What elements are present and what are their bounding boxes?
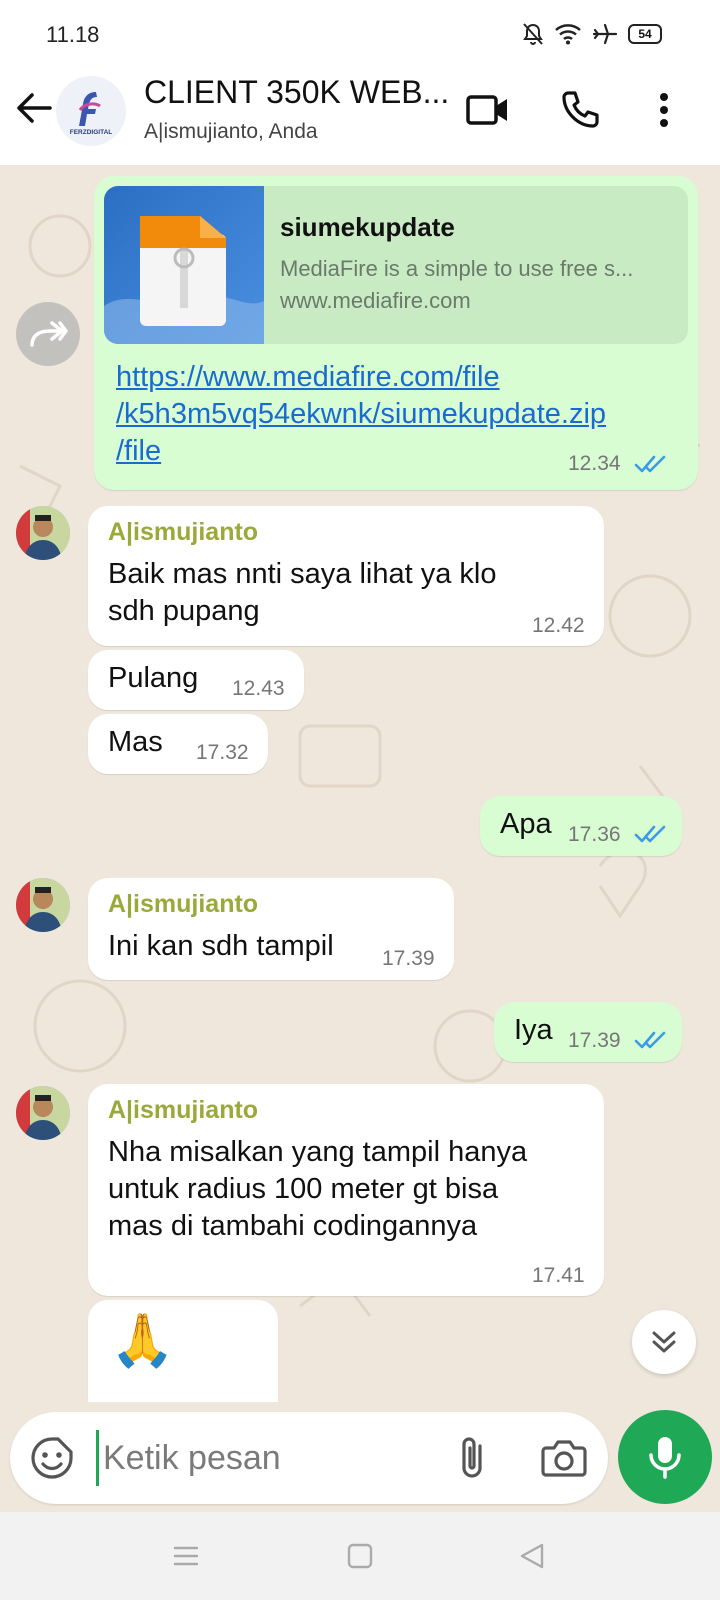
chat-messages[interactable]: siumekupdate MediaFire is a simple to us… (0, 166, 720, 1402)
paperclip-icon (462, 1437, 482, 1478)
forward-icon (30, 321, 68, 347)
message-time: 12.43 (232, 677, 285, 700)
triangle-back-icon (520, 1543, 544, 1569)
message-text: untuk radius 100 meter gt bisa (108, 1173, 499, 1205)
link-title: siumekupdate (280, 212, 455, 242)
sender-avatar[interactable] (16, 1086, 70, 1140)
message-text: Pulang (108, 662, 199, 694)
outgoing-message[interactable]: Iya 17.39 (494, 1002, 682, 1062)
camera-button[interactable] (540, 1436, 588, 1480)
sender-name: A|ismujianto (108, 518, 259, 546)
message-time: 12.34 (568, 452, 621, 475)
phone-icon (562, 91, 599, 128)
menu-lines-icon (173, 1546, 199, 1566)
sender-avatar[interactable] (16, 506, 70, 560)
link-domain: www.mediafire.com (280, 288, 471, 313)
emoji-button[interactable] (30, 1436, 74, 1480)
voice-record-button[interactable] (618, 1410, 712, 1504)
mute-bell-icon (523, 23, 543, 45)
attach-button[interactable] (450, 1434, 494, 1482)
chat-header: FERZDIGITAL CLIENT 350K WEB... A|ismujia… (0, 66, 720, 166)
message-text: Baik mas nnti saya lihat ya klo (108, 558, 497, 590)
status-time: 11.18 (46, 22, 100, 47)
group-avatar[interactable]: FERZDIGITAL (56, 76, 126, 146)
message-text: sdh pupang (108, 595, 260, 627)
double-chevron-down-icon (652, 1331, 676, 1353)
sticker-icon (31, 1437, 73, 1479)
message-text: mas di tambahi codingannya (108, 1210, 478, 1242)
link-preview-card[interactable]: siumekupdate MediaFire is a simple to us… (104, 186, 688, 344)
emoji: 🙏 (110, 1312, 175, 1370)
person-avatar (16, 506, 70, 560)
recents-button[interactable] (166, 1538, 206, 1574)
home-button[interactable] (340, 1538, 380, 1574)
message-time: 12.42 (532, 614, 585, 637)
back-arrow-icon (17, 93, 52, 123)
incoming-message[interactable]: A|ismujianto Baik mas nnti saya lihat ya… (88, 506, 604, 646)
message-text: Apa (500, 808, 552, 840)
microphone-icon (649, 1437, 681, 1479)
message-text: Ini kan sdh tampil (108, 930, 334, 962)
sender-name: A|ismujianto (108, 890, 259, 918)
sender-avatar[interactable] (16, 878, 70, 932)
incoming-emoji-message[interactable]: 🙏 (88, 1300, 278, 1402)
incoming-message[interactable]: A|ismujianto Ini kan sdh tampil 17.39 (88, 878, 454, 980)
message-time: 17.36 (568, 823, 621, 846)
forward-button[interactable] (16, 302, 80, 366)
more-options-button[interactable] (640, 86, 688, 134)
message-time: 17.41 (532, 1264, 585, 1287)
home-square-icon (347, 1543, 373, 1569)
airplane-icon (592, 23, 618, 45)
read-ticks-icon (634, 455, 666, 473)
outgoing-message[interactable]: Apa 17.36 (480, 796, 682, 856)
zip-file-icon (104, 216, 264, 344)
group-logo: FERZDIGITAL (56, 76, 126, 146)
system-nav-bar (0, 1512, 720, 1600)
person-avatar (16, 878, 70, 932)
wifi-icon (555, 24, 581, 45)
voice-call-button[interactable] (556, 86, 604, 134)
battery-level: 54 (638, 27, 652, 41)
incoming-message[interactable]: A|ismujianto Nha misalkan yang tampil ha… (88, 1084, 604, 1296)
video-call-icon (466, 95, 507, 125)
chat-participants[interactable]: A|ismujianto, Anda (144, 120, 318, 144)
message-input[interactable] (96, 1430, 426, 1486)
message-text: Nha misalkan yang tampil hanya (108, 1136, 528, 1168)
camera-icon (541, 1440, 587, 1477)
system-back-button[interactable] (512, 1538, 552, 1574)
logo-text: FERZDIGITAL (70, 129, 113, 136)
chat-title[interactable]: CLIENT 350K WEB... (144, 74, 449, 111)
link-description: MediaFire is a simple to use free s... (280, 256, 634, 281)
scroll-to-bottom-button[interactable] (632, 1310, 696, 1374)
message-time: 17.39 (568, 1029, 621, 1052)
video-call-button[interactable] (464, 86, 512, 134)
back-button[interactable] (14, 88, 54, 128)
message-time: 17.39 (382, 947, 435, 970)
read-ticks-icon (634, 1031, 666, 1049)
message-composer (10, 1412, 608, 1504)
message-text: Iya (514, 1014, 553, 1046)
person-avatar (16, 1086, 70, 1140)
link-url-line[interactable]: /k5h3m5vq54ekwnk/siumekupdate.zip (116, 396, 676, 433)
sender-name: A|ismujianto (108, 1096, 259, 1124)
link-url-line[interactable]: https://www.mediafire.com/file (116, 359, 676, 396)
incoming-message[interactable]: Pulang 12.43 (88, 650, 304, 710)
incoming-message[interactable]: Mas 17.32 (88, 714, 268, 774)
status-icons: 54 (522, 22, 662, 46)
more-vert-icon (660, 93, 668, 127)
link-thumbnail (104, 186, 264, 344)
status-bar: 11.18 54 (0, 0, 720, 66)
message-text: Mas (108, 726, 163, 758)
read-ticks-icon (634, 825, 666, 843)
message-time: 17.32 (196, 741, 249, 764)
battery-icon: 54 (628, 24, 662, 44)
